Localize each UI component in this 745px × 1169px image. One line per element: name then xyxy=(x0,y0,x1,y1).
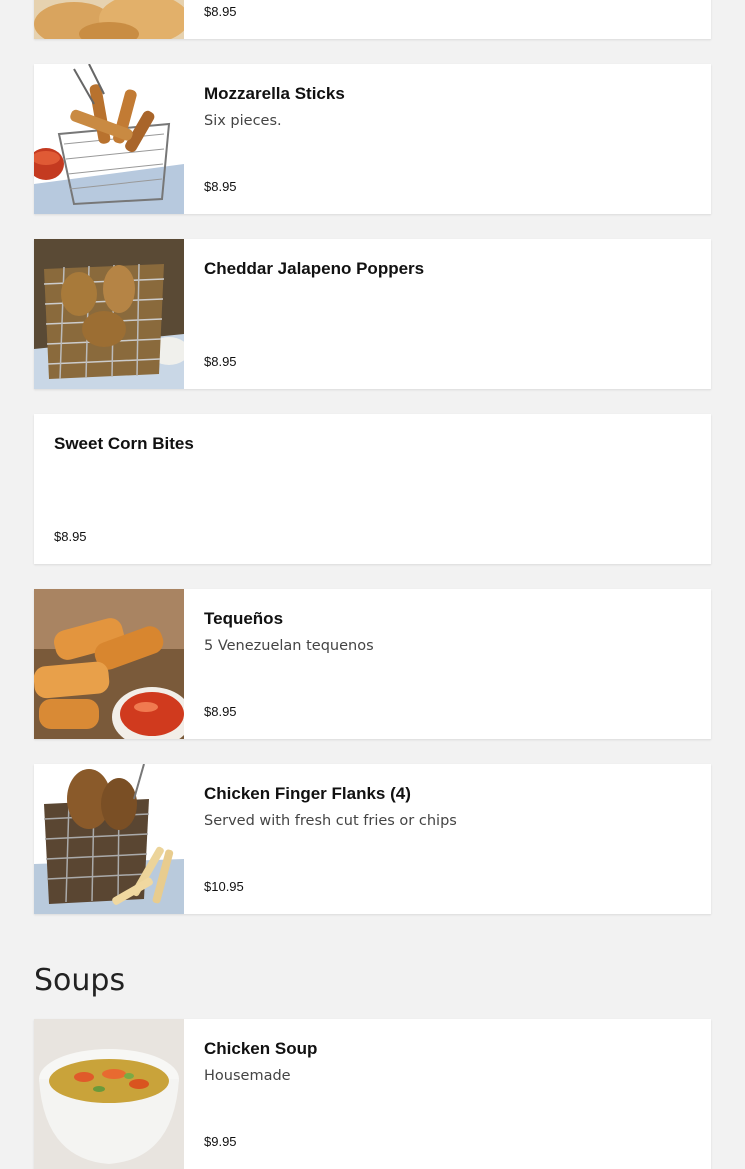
item-price: $9.95 xyxy=(204,1134,237,1149)
item-description: Served with fresh cut fries or chips xyxy=(204,813,457,829)
menu-item-card[interactable]: Chicken Soup Housemade $9.95 xyxy=(34,1019,711,1169)
item-description: Six pieces. xyxy=(204,113,282,129)
item-price: $10.95 xyxy=(204,879,244,894)
menu-item-card[interactable]: Cheddar Jalapeno Poppers $8.95 xyxy=(34,239,711,389)
item-photo xyxy=(34,239,184,389)
menu-item-card[interactable]: Sweet Corn Bites $8.95 xyxy=(34,414,711,564)
item-price: $8.95 xyxy=(204,704,237,719)
section-title-soups: Soups xyxy=(34,963,126,998)
item-photo xyxy=(34,0,184,39)
item-photo xyxy=(34,764,184,914)
item-price: $8.95 xyxy=(204,354,237,369)
item-name: Chicken Finger Flanks (4) xyxy=(204,784,411,803)
item-name: Tequeños xyxy=(204,609,284,628)
item-price: $8.95 xyxy=(204,179,237,194)
menu-item-card[interactable]: Tequeños 5 Venezuelan tequenos $8.95 xyxy=(34,589,711,739)
item-photo xyxy=(34,1019,184,1169)
item-photo xyxy=(34,64,184,214)
item-name: Chicken Soup xyxy=(204,1039,318,1058)
item-price: $8.95 xyxy=(54,529,87,544)
item-description: Housemade xyxy=(204,1068,291,1084)
item-price: $8.95 xyxy=(204,4,237,19)
item-name: Cheddar Jalapeno Poppers xyxy=(204,259,425,278)
item-name: Mozzarella Sticks xyxy=(204,84,345,103)
item-photo xyxy=(34,589,184,739)
menu-item-card[interactable]: Chicken Finger Flanks (4) Served with fr… xyxy=(34,764,711,914)
menu-item-card[interactable]: $8.95 xyxy=(34,0,711,39)
item-name: Sweet Corn Bites xyxy=(54,434,194,453)
item-description: 5 Venezuelan tequenos xyxy=(204,638,374,654)
menu-item-card[interactable]: Mozzarella Sticks Six pieces. $8.95 xyxy=(34,64,711,214)
